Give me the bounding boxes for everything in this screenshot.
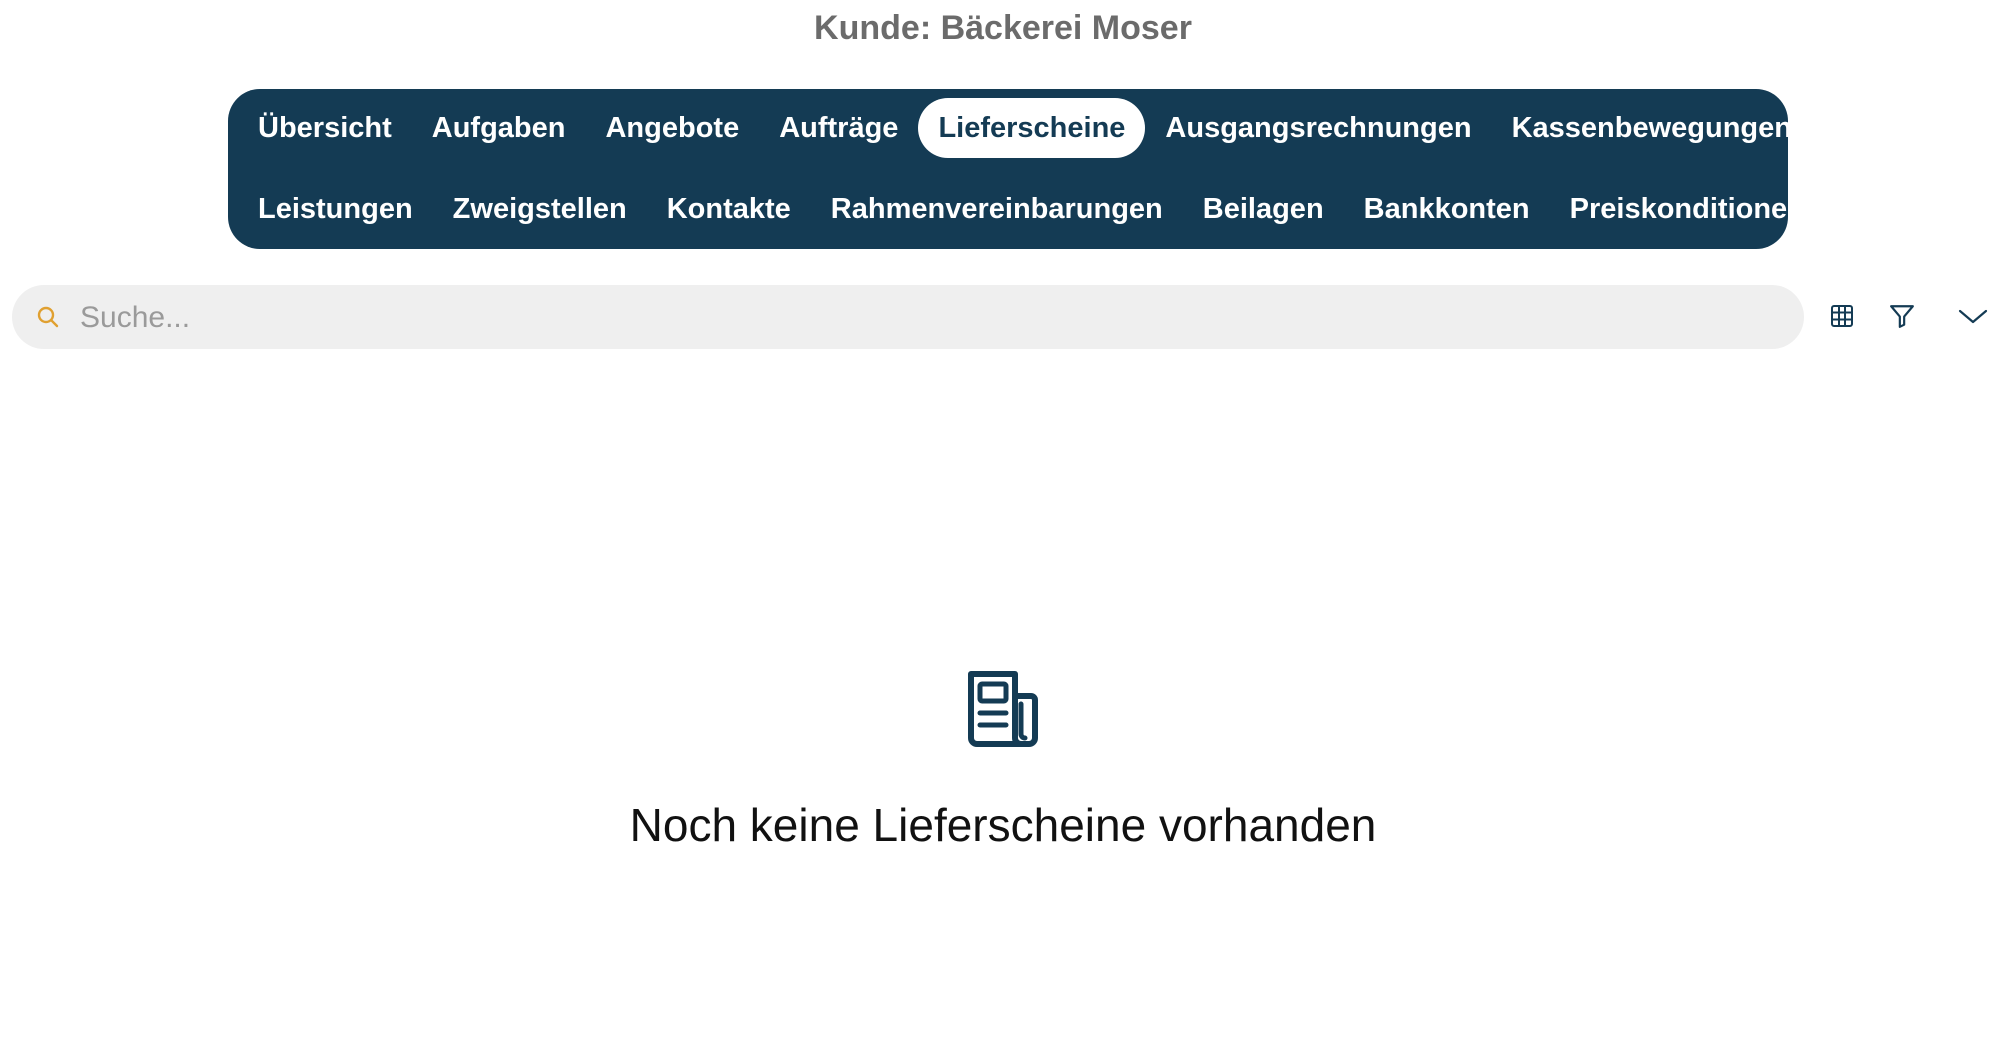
empty-state: Noch keine Lieferscheine vorhanden — [0, 668, 2006, 853]
tab-angebote[interactable]: Angebote — [585, 98, 759, 158]
tab-zweigstellen[interactable]: Zweigstellen — [433, 179, 647, 239]
tab-navigation: Übersicht Aufgaben Angebote Aufträge Lie… — [228, 89, 1805, 249]
search-icon — [36, 305, 60, 329]
tab-lieferscheine[interactable]: Lieferscheine — [918, 98, 1146, 158]
tab-kontakte[interactable]: Kontakte — [647, 179, 811, 239]
tab-bankkonten[interactable]: Bankkonten — [1344, 179, 1550, 239]
tab-preiskonditionen[interactable]: Preiskonditionen — [1550, 179, 1825, 239]
chevron-down-icon — [1958, 306, 1988, 331]
expand-button[interactable] — [1953, 298, 1993, 338]
newspaper-icon — [965, 668, 1041, 748]
filter-icon — [1889, 303, 1915, 334]
tab-row-1: Übersicht Aufgaben Angebote Aufträge Lie… — [238, 98, 1792, 158]
tab-kassenbewegungen[interactable]: Kassenbewegungen — [1492, 98, 1812, 158]
table-grid-icon — [1830, 304, 1854, 333]
tab-rahmenvereinbarungen[interactable]: Rahmenvereinbarungen — [811, 179, 1183, 239]
tab-beilagen[interactable]: Beilagen — [1183, 179, 1344, 239]
search-input[interactable] — [78, 285, 1782, 351]
page-title: Kunde: Bäckerei Moser — [814, 9, 1192, 47]
table-view-button[interactable] — [1822, 298, 1862, 338]
tab-aufgaben[interactable]: Aufgaben — [412, 98, 586, 158]
tab-row-2: Leistungen Zweigstellen Kontakte Rahmenv… — [238, 179, 1805, 239]
filter-button[interactable] — [1882, 298, 1922, 338]
empty-state-message: Noch keine Lieferscheine vorhanden — [629, 799, 1377, 851]
tab-auftraege[interactable]: Aufträge — [759, 98, 918, 158]
tab-leistungen[interactable]: Leistungen — [238, 179, 433, 239]
tab-uebersicht[interactable]: Übersicht — [238, 98, 412, 158]
search-bar — [12, 285, 1804, 351]
page: Kunde: Bäckerei Moser Übersicht Aufgaben… — [0, 0, 2006, 1040]
tab-ausgangsrechnungen[interactable]: Ausgangsrechnungen — [1145, 98, 1491, 158]
